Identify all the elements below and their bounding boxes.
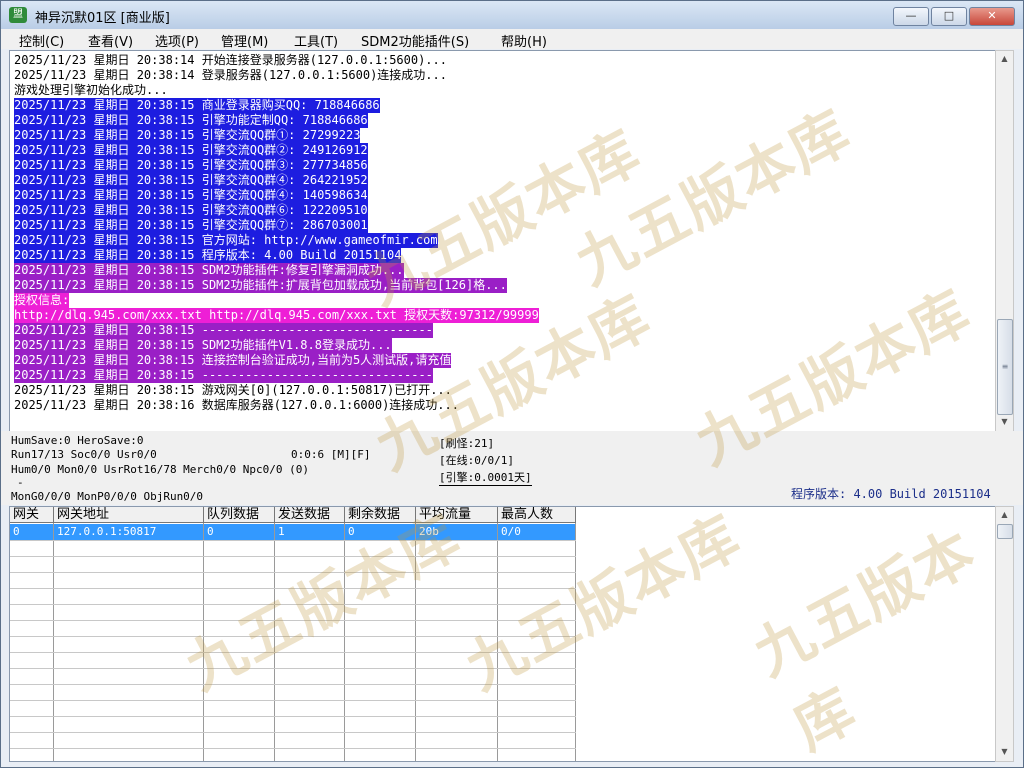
log-line: 2025/11/23 星期日 20:38:14 开始连接登录服务器(127.0.… <box>14 53 447 68</box>
log-line: 2025/11/23 星期日 20:38:15 商业登录器购买QQ: 71884… <box>14 98 380 113</box>
log-line: 2025/11/23 星期日 20:38:15 引擎交流QQ群④: 264221… <box>14 173 368 188</box>
grid-row-line <box>10 652 576 653</box>
hum-stat: Hum0/0 Mon0/0 UsrRot16/78 Merch0/0 Npc0/… <box>11 463 310 476</box>
log-line: 2025/11/23 星期日 20:38:15 引擎交流QQ群⑦: 286703… <box>14 218 368 233</box>
table-cell[interactable]: 127.0.0.1:50817 <box>54 524 204 540</box>
dash-stat: - <box>17 476 24 489</box>
grid-row-line <box>10 604 576 605</box>
grid-row-line <box>10 700 576 701</box>
log-line: 2025/11/23 星期日 20:38:15 程序版本: 4.00 Build… <box>14 248 402 263</box>
grid-column-line <box>53 523 54 761</box>
grid-row-line <box>10 668 576 669</box>
refresh-stat: [刷怪:21] <box>439 437 495 450</box>
log-line: 2025/11/23 星期日 20:38:15 SDM2功能插件:修复引擎漏洞成… <box>14 263 404 278</box>
window-title: 神异沉默01区 [商业版] <box>35 11 170 26</box>
grid-column-line <box>497 523 498 761</box>
gateway-grid[interactable]: 网关 网关地址 队列数据 发送数据 剩余数据 平均流量 最高人数 0 127.0.0.1:508… <box>9 506 996 762</box>
menu-bar: 控制(C) 查看(V) 选项(P) 管理(M) 工具(T) SDM2功能插件(S… <box>1 29 1023 50</box>
app-icon: 盟 <box>9 7 27 23</box>
table-cell[interactable]: 0/0 <box>498 524 576 540</box>
grid-column-line <box>203 523 204 761</box>
mon-stat: MonG0/0/0 MonP0/0/0 ObjRun0/0 <box>11 490 204 503</box>
menu-tools[interactable]: 工具(T) <box>294 31 338 50</box>
grip-icon: ≡ <box>1001 362 1009 371</box>
grid-row-line <box>10 540 576 541</box>
grid-row-line <box>10 748 576 749</box>
menu-manage[interactable]: 管理(M) <box>221 31 268 50</box>
log-line: 2025/11/23 星期日 20:38:14 登录服务器(127.0.0.1:… <box>14 68 447 83</box>
grid-column-line <box>415 523 416 761</box>
log-line: 2025/11/23 星期日 20:38:15 ----------------… <box>14 323 433 338</box>
menu-view[interactable]: 查看(V) <box>88 31 133 50</box>
log-line: 2025/11/23 星期日 20:38:15 游戏网关[0](127.0.0.… <box>14 383 452 398</box>
grid-scroll-thumb[interactable] <box>997 524 1013 539</box>
log-line: 2025/11/23 星期日 20:38:16 数据库服务器(127.0.0.1… <box>14 398 459 413</box>
log-line: 2025/11/23 星期日 20:38:15 引擎交流QQ群⑥: 122209… <box>14 203 368 218</box>
column-header[interactable]: 发送数据 <box>275 507 345 523</box>
save-stat: HumSave:0 HeroSave:0 <box>11 434 144 447</box>
log-line: 授权信息: <box>14 293 70 308</box>
version-label: 程序版本: 4.00 Build 20151104 <box>791 487 991 501</box>
run-stat: Run17/13 Soc0/0 Usr0/0 <box>11 448 157 461</box>
grid-column-line <box>274 523 275 761</box>
grid-row-line <box>10 620 576 621</box>
column-header[interactable]: 队列数据 <box>204 507 275 523</box>
table-cell[interactable]: 1 <box>275 524 345 540</box>
grid-row-line <box>10 732 576 733</box>
log-line: http://dlq.945.com/xxx.txt http://dlq.94… <box>14 308 539 323</box>
menu-sdm2-plugin[interactable]: SDM2功能插件(S) <box>361 31 469 50</box>
grid-row-line <box>10 636 576 637</box>
grid-scroll-down-arrow[interactable]: ▼ <box>996 744 1013 760</box>
column-header[interactable]: 网关地址 <box>54 507 204 523</box>
column-header[interactable]: 平均流量 <box>416 507 498 523</box>
engine-stat: [引擎:0.0001天] <box>439 471 532 486</box>
log-line: 2025/11/23 星期日 20:38:15 引擎交流QQ群④: 140598… <box>14 188 368 203</box>
scroll-up-arrow[interactable]: ▲ <box>996 51 1013 67</box>
log-line: 2025/11/23 星期日 20:38:15 连接控制台验证成功,当前为5人测… <box>14 353 452 368</box>
close-button[interactable]: ✕ <box>969 7 1015 26</box>
log-line: 2025/11/23 星期日 20:38:15 ----------------… <box>14 368 433 383</box>
grid-scrollbar[interactable]: ▲ ▼ <box>995 506 1014 762</box>
title-bar[interactable]: 盟 神异沉默01区 [商业版] — □ ✕ <box>1 1 1023 29</box>
maximize-button[interactable]: □ <box>931 7 967 26</box>
grid-row-line <box>10 716 576 717</box>
grid-row-line <box>10 556 576 557</box>
menu-help[interactable]: 帮助(H) <box>501 31 547 50</box>
menu-control[interactable]: 控制(C) <box>19 31 64 50</box>
scroll-down-arrow[interactable]: ▼ <box>996 414 1013 430</box>
grid-column-line <box>344 523 345 761</box>
menu-options[interactable]: 选项(P) <box>155 31 199 50</box>
log-line: 2025/11/23 星期日 20:38:15 引擎交流QQ群①: 272992… <box>14 128 361 143</box>
status-panel: HumSave:0 HeroSave:0 Run17/13 Soc0/0 Usr… <box>1 431 1023 505</box>
grid-row-line <box>10 588 576 589</box>
log-line: 2025/11/23 星期日 20:38:15 引擎交流QQ群②: 249126… <box>14 143 368 158</box>
table-cell[interactable]: 20b <box>416 524 498 540</box>
log-line: 2025/11/23 星期日 20:38:15 引擎交流QQ群③: 277734… <box>14 158 368 173</box>
column-header[interactable]: 最高人数 <box>498 507 576 523</box>
log-line: 2025/11/23 星期日 20:38:15 SDM2功能插件:扩展背包加载成… <box>14 278 507 293</box>
grid-scroll-up-arrow[interactable]: ▲ <box>996 507 1013 523</box>
log-line: 2025/11/23 星期日 20:38:15 官方网站: http://www… <box>14 233 438 248</box>
log-line: 游戏处理引擎初始化成功... <box>14 83 168 98</box>
scroll-thumb[interactable]: ≡ <box>997 319 1013 415</box>
main-window: 盟 神异沉默01区 [商业版] — □ ✕ 控制(C) 查看(V) 选项(P) … <box>0 0 1024 768</box>
table-cell[interactable]: 0 <box>204 524 275 540</box>
grid-column-line <box>575 523 576 761</box>
log-scrollbar[interactable]: ▲ ≡ ▼ <box>995 50 1014 432</box>
table-cell[interactable]: 0 <box>345 524 416 540</box>
grid-row-line <box>10 572 576 573</box>
log-panel[interactable]: 2025/11/23 星期日 20:38:14 开始连接登录服务器(127.0.… <box>9 50 997 432</box>
minimize-button[interactable]: — <box>893 7 929 26</box>
online-stat: [在线:0/0/1] <box>439 454 514 467</box>
column-header[interactable]: 剩余数据 <box>345 507 416 523</box>
log-line: 2025/11/23 星期日 20:38:15 SDM2功能插件V1.8.8登录… <box>14 338 392 353</box>
log-line: 2025/11/23 星期日 20:38:15 引擎功能定制QQ: 718846… <box>14 113 368 128</box>
time-stat: 0:0:6 [M][F] <box>291 448 371 461</box>
column-header[interactable]: 网关 <box>10 507 54 523</box>
table-cell[interactable]: 0 <box>10 524 54 540</box>
grid-row-line <box>10 684 576 685</box>
